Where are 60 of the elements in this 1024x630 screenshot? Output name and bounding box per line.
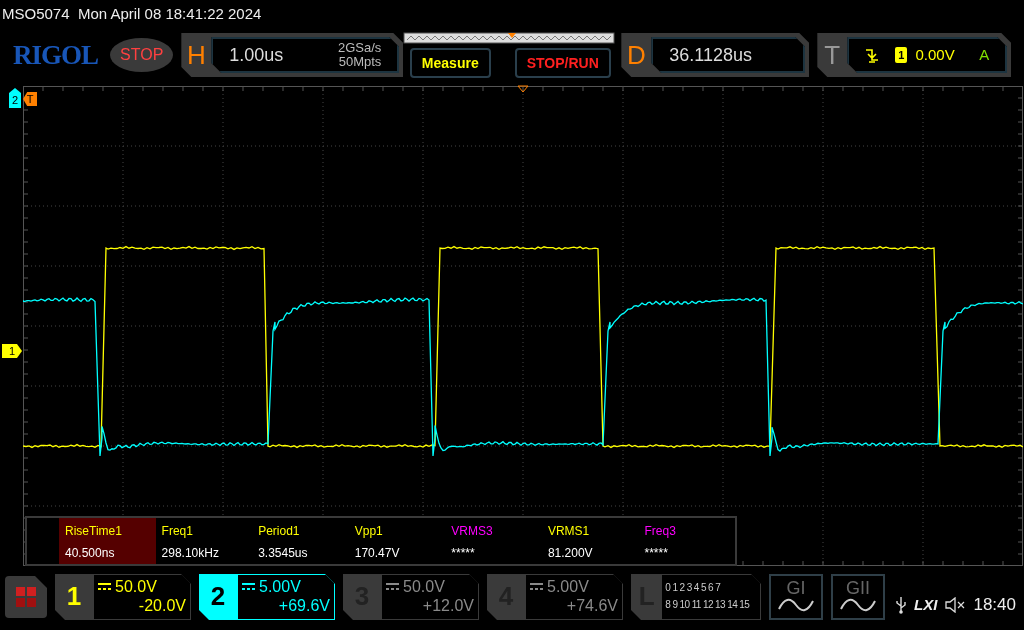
- brand-logo: RIGOL: [13, 38, 99, 72]
- delay-panel[interactable]: D 36.1128us: [621, 33, 810, 77]
- measurement-value: *****: [451, 545, 476, 562]
- channel-marker: 1: [2, 344, 22, 358]
- measurement-label[interactable]: RiseTime1: [65, 522, 150, 540]
- trigger-panel[interactable]: T 1 0.00V A: [817, 33, 1012, 77]
- model-name: MSO5074: [2, 5, 70, 22]
- volts-per-div: 50.0V: [403, 577, 445, 596]
- channel-offset: +12.0V: [421, 596, 474, 615]
- generator-button[interactable]: GII: [831, 574, 885, 620]
- timebase-value: 1.00us: [229, 43, 285, 67]
- usb-icon: [896, 596, 907, 614]
- logic-channel-numbers: 8 9 10 11 12 13 14 15: [665, 598, 751, 612]
- delay-value: 36.1128us: [669, 43, 753, 67]
- measurement-label[interactable]: Period1: [258, 522, 343, 540]
- measurement-value: 81.200V: [547, 545, 594, 562]
- stop-run-button[interactable]: STOP/RUN: [514, 48, 611, 78]
- measure-button[interactable]: Measure: [409, 48, 491, 78]
- generator-button[interactable]: GI: [769, 574, 823, 620]
- trigger-level: 0.00V: [915, 44, 955, 65]
- volts-per-div: 5.00V: [547, 577, 589, 596]
- clock-time: 18:40: [973, 594, 1016, 617]
- sample-rate: 2GSa/s: [337, 41, 382, 55]
- lxi-logo: LXI: [914, 594, 938, 615]
- trigger-level-marker: T: [23, 92, 37, 106]
- measurement-value: 298.10kHz: [161, 545, 220, 562]
- menu-grid-icon: [5, 576, 47, 618]
- channel-offset: +69.6V: [277, 596, 330, 615]
- dc-coupling-icon: [98, 582, 111, 591]
- measurement-value: 3.3545us: [258, 545, 309, 562]
- sine-wave-icon: [838, 597, 878, 613]
- measurement-value: 170.47V: [354, 545, 401, 562]
- speaker-muted-icon: [945, 597, 966, 613]
- measurement-value: *****: [644, 545, 669, 562]
- dc-coupling-icon: [386, 582, 399, 591]
- measurement-value: 40.500ns: [65, 545, 116, 562]
- channel-panel[interactable]: 2 5.00V +69.6V: [199, 574, 335, 620]
- trigger-position-marker: [517, 85, 529, 93]
- measurement-label[interactable]: VRMS1: [547, 522, 633, 540]
- horizontal-panel[interactable]: H 1.00us 2GSa/s 50Mpts: [181, 33, 404, 77]
- measurement-label[interactable]: Vpp1: [354, 522, 440, 540]
- memory-depth: 50Mpts: [337, 55, 382, 69]
- dc-coupling-icon: [530, 582, 543, 591]
- trigger-source: 1: [895, 46, 908, 64]
- channel-marker: 2: [9, 88, 21, 108]
- channel-offset: -20.0V: [137, 596, 186, 615]
- falling-edge-icon: [865, 47, 880, 63]
- measurement-label[interactable]: VRMS3: [451, 522, 536, 540]
- run-state-indicator: STOP: [110, 38, 174, 72]
- sine-wave-icon: [776, 597, 816, 613]
- trigger-mode: A: [979, 44, 990, 65]
- channel-offset: +74.6V: [565, 596, 618, 615]
- logic-channel-numbers: 0 1 2 3 4 5 6 7: [665, 581, 722, 595]
- dc-coupling-icon: [242, 582, 255, 591]
- channel-panel[interactable]: 1 50.0V -20.0V: [55, 574, 191, 620]
- volts-per-div: 50.0V: [115, 577, 157, 596]
- measurement-label[interactable]: Freq1: [161, 522, 247, 540]
- date-time: Mon April 08 18:41:22 2024: [77, 5, 262, 22]
- volts-per-div: 5.00V: [259, 577, 301, 596]
- measurement-label[interactable]: Freq3: [644, 522, 730, 540]
